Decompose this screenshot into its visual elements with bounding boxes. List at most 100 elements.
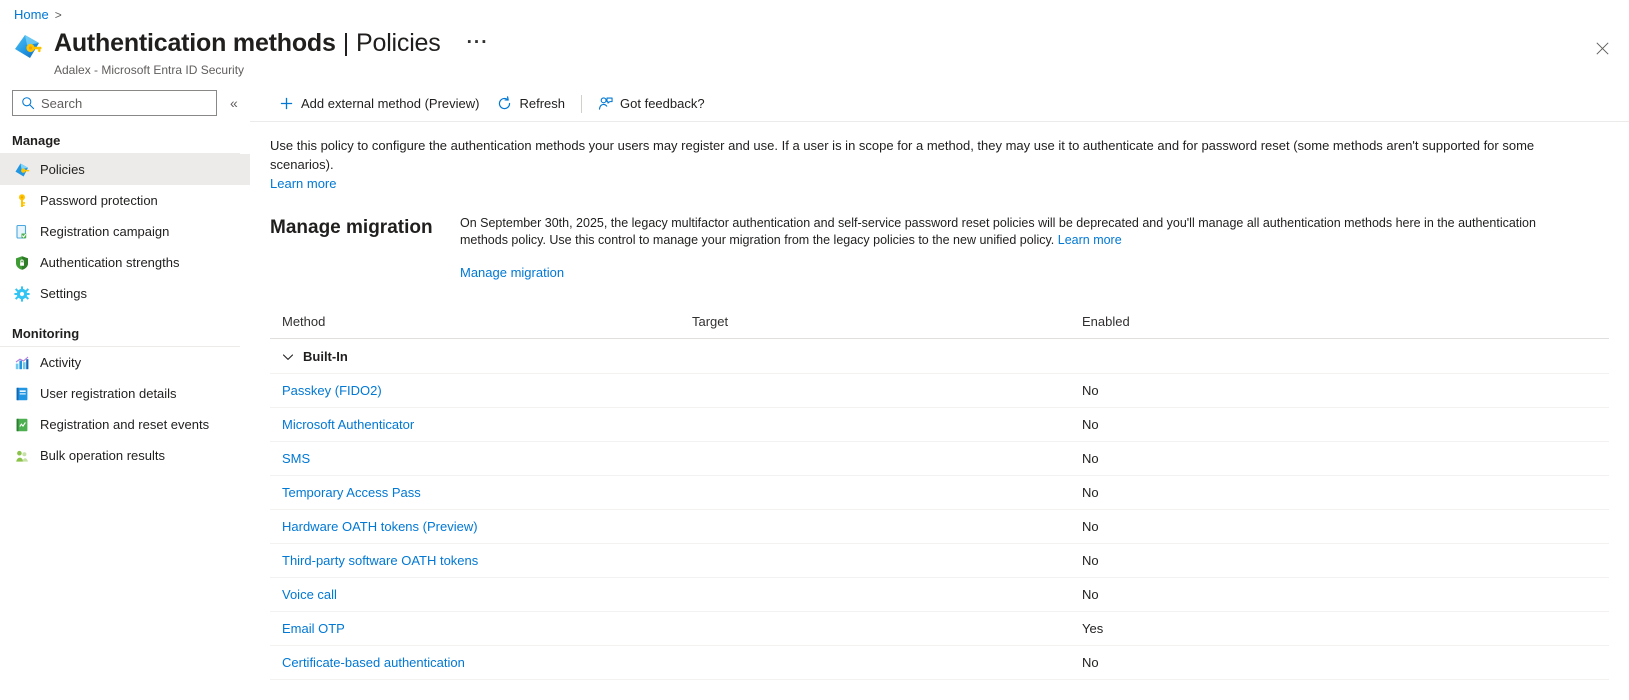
table-row[interactable]: Passkey (FIDO2) No: [270, 374, 1609, 408]
sidebar-section-monitoring-label: Monitoring: [0, 326, 240, 347]
method-link[interactable]: Passkey (FIDO2): [282, 383, 382, 398]
sidebar-item-authentication-strengths[interactable]: Authentication strengths: [0, 247, 250, 278]
got-feedback-button[interactable]: Got feedback?: [589, 89, 714, 119]
search-box[interactable]: [12, 90, 217, 116]
cell-enabled: No: [1070, 408, 1609, 442]
key-icon: [14, 193, 30, 209]
cell-method: Hardware OATH tokens (Preview): [270, 510, 680, 544]
method-link[interactable]: Email OTP: [282, 621, 345, 636]
got-feedback-label: Got feedback?: [620, 96, 705, 111]
search-input[interactable]: [41, 96, 201, 111]
group-toggle[interactable]: Built-In: [282, 349, 1609, 364]
cell-method: Third-party software OATH tokens: [270, 544, 680, 578]
policy-description-learn-more-link[interactable]: Learn more: [270, 174, 336, 193]
page-title-pipe: |: [343, 28, 349, 58]
method-link[interactable]: Voice call: [282, 587, 337, 602]
column-header-target[interactable]: Target: [680, 314, 1070, 339]
manage-migration-link[interactable]: Manage migration: [460, 265, 564, 280]
left-navigation-panel: « Manage Policies: [0, 86, 250, 700]
authentication-methods-icon: [12, 31, 44, 63]
feedback-person-icon: [598, 96, 613, 111]
sidebar-item-bulk-operation-results[interactable]: Bulk operation results: [0, 440, 250, 471]
manage-migration-body: On September 30th, 2025, the legacy mult…: [460, 215, 1560, 282]
sidebar-item-password-protection[interactable]: Password protection: [0, 185, 250, 216]
sidebar-item-activity[interactable]: Activity: [0, 347, 250, 378]
breadcrumb-home[interactable]: Home: [14, 6, 49, 24]
gear-icon: [14, 286, 30, 302]
cell-target: [680, 374, 1070, 408]
method-link[interactable]: Microsoft Authenticator: [282, 417, 414, 432]
method-link[interactable]: Hardware OATH tokens (Preview): [282, 519, 478, 534]
more-options-button[interactable]: ···: [462, 36, 494, 50]
table-row[interactable]: Third-party software OATH tokens No: [270, 544, 1609, 578]
group-label: Built-In: [303, 349, 348, 364]
manage-migration-learn-more-link[interactable]: Learn more: [1058, 233, 1122, 247]
authentication-methods-table: Method Target Enabled: [270, 314, 1609, 680]
book-blue-icon: [14, 386, 30, 402]
sidebar-item-user-registration-details[interactable]: User registration details: [0, 378, 250, 409]
method-link[interactable]: SMS: [282, 451, 310, 466]
table-row[interactable]: Temporary Access Pass No: [270, 476, 1609, 510]
page-title-main: Authentication methods: [54, 28, 336, 58]
breadcrumb-separator-icon: >: [55, 6, 62, 24]
table-row[interactable]: SMS No: [270, 442, 1609, 476]
registration-campaign-icon: [14, 224, 30, 240]
cell-target: [680, 442, 1070, 476]
chevron-down-icon: [282, 351, 294, 363]
sidebar-item-policies[interactable]: Policies: [0, 154, 250, 185]
sidebar-section-manage-label: Manage: [0, 133, 240, 154]
close-icon: [1596, 42, 1609, 55]
add-external-method-label: Add external method (Preview): [301, 96, 479, 111]
cell-target: [680, 510, 1070, 544]
method-link[interactable]: Third-party software OATH tokens: [282, 553, 478, 568]
refresh-label: Refresh: [519, 96, 565, 111]
manage-migration-text-wrap: On September 30th, 2025, the legacy mult…: [460, 215, 1560, 249]
cell-method: Email OTP: [270, 612, 680, 646]
methods-table-body: Built-In Passkey (FIDO2) No Microsoft Au…: [270, 339, 1609, 680]
azure-portal-blade: Home > Au: [0, 0, 1629, 700]
manage-migration-section: Manage migration On September 30th, 2025…: [250, 193, 1629, 282]
cell-enabled: No: [1070, 476, 1609, 510]
breadcrumb: Home >: [14, 6, 62, 24]
page-title-section: Policies: [356, 28, 441, 58]
refresh-button[interactable]: Refresh: [488, 89, 574, 119]
sidebar-item-registration-campaign[interactable]: Registration campaign: [0, 216, 250, 247]
sidebar-item-label: Registration campaign: [40, 224, 169, 240]
cell-method: Certificate-based authentication: [270, 646, 680, 680]
table-row[interactable]: Certificate-based authentication No: [270, 646, 1609, 680]
method-link[interactable]: Certificate-based authentication: [282, 655, 465, 670]
table-group-row-built-in[interactable]: Built-In: [270, 339, 1609, 374]
plus-icon: [279, 96, 294, 111]
command-bar: Add external method (Preview) Refresh: [250, 86, 1629, 122]
method-link[interactable]: Temporary Access Pass: [282, 485, 421, 500]
search-icon: [21, 96, 35, 110]
table-row[interactable]: Email OTP Yes: [270, 612, 1609, 646]
group-row-cell: Built-In: [270, 339, 1609, 374]
sidebar-item-label: Settings: [40, 286, 87, 302]
cell-enabled: No: [1070, 442, 1609, 476]
cell-method: SMS: [270, 442, 680, 476]
bulk-operation-icon: [14, 448, 30, 464]
sidebar-item-registration-and-reset-events[interactable]: Registration and reset events: [0, 409, 250, 440]
book-green-icon: [14, 417, 30, 433]
table-row[interactable]: Microsoft Authenticator No: [270, 408, 1609, 442]
cell-enabled: No: [1070, 510, 1609, 544]
add-external-method-button[interactable]: Add external method (Preview): [270, 89, 488, 119]
chart-bar-icon: [14, 355, 30, 371]
page-subtitle: Adalex - Microsoft Entra ID Security: [54, 62, 494, 78]
collapse-sidebar-button[interactable]: «: [226, 92, 242, 114]
column-header-method[interactable]: Method: [270, 314, 680, 339]
column-header-enabled[interactable]: Enabled: [1070, 314, 1609, 339]
sidebar-item-label: User registration details: [40, 386, 177, 402]
sidebar-search-row: «: [0, 86, 250, 116]
close-blade-button[interactable]: [1588, 34, 1616, 62]
policies-icon: [14, 162, 30, 178]
table-row[interactable]: Voice call No: [270, 578, 1609, 612]
cell-enabled: No: [1070, 646, 1609, 680]
cell-method: Temporary Access Pass: [270, 476, 680, 510]
cell-target: [680, 544, 1070, 578]
sidebar-item-settings[interactable]: Settings: [0, 278, 250, 309]
table-row[interactable]: Hardware OATH tokens (Preview) No: [270, 510, 1609, 544]
sidebar-item-label: Registration and reset events: [40, 417, 209, 433]
cell-enabled: No: [1070, 544, 1609, 578]
